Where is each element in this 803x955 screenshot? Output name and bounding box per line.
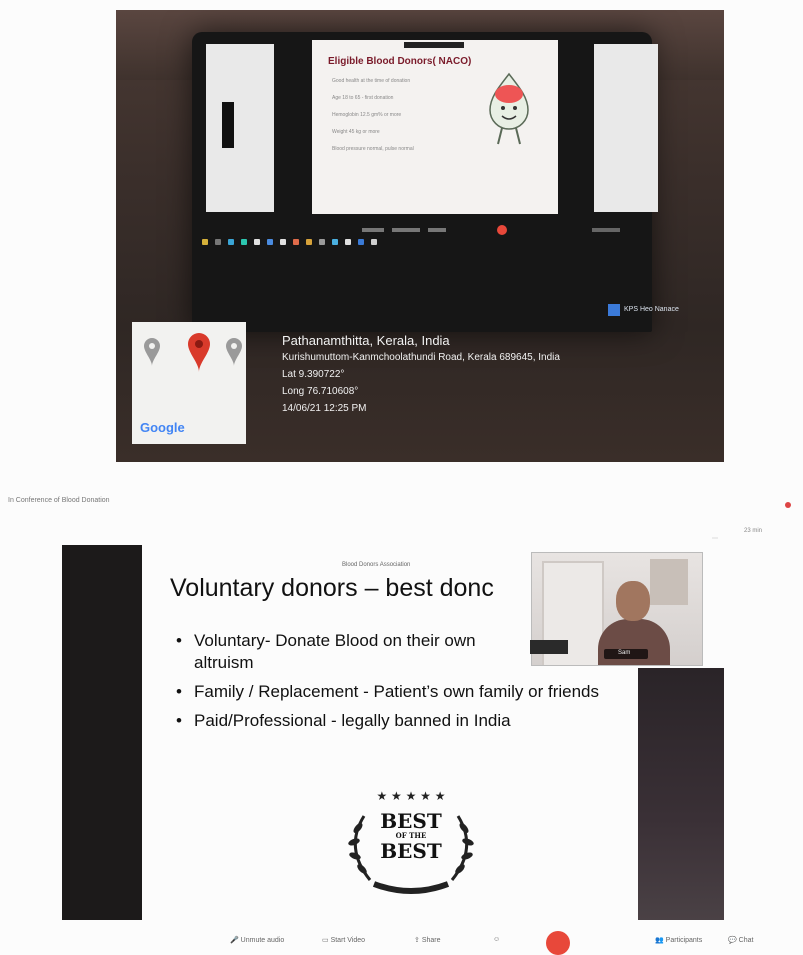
location-datetime: 14/06/21 12:25 PM	[282, 403, 367, 414]
start-video-label: Start Video	[330, 937, 366, 944]
badge-text: BEST OF THE BEST	[340, 810, 482, 862]
participant-name: KPS Heo Nanace	[624, 306, 679, 313]
location-address: Kurishumuttom-Kanmchoolathundi Road, Ker…	[282, 352, 560, 363]
meeting-toolbar[interactable]	[212, 222, 642, 235]
reactions-icon[interactable]: ☺	[493, 936, 500, 943]
video-tile-menu-icon[interactable]: ⋯	[712, 535, 718, 542]
bullet-paid-text: Paid/Professional - legally banned in In…	[194, 711, 511, 730]
speaker-name: Sam	[618, 650, 631, 656]
meeting-bottom-toolbar: 🎤 Unmute audio ▭ Start Video ⇪ Share ☺ 👥…	[0, 928, 803, 955]
slide-bullet: Hemoglobin 12.5 gm% or more	[332, 112, 402, 118]
redaction-block	[530, 640, 568, 654]
bullet-paid: • Paid/Professional - legally banned in …	[176, 710, 636, 732]
left-video-panel	[206, 44, 274, 212]
panel-handle	[222, 102, 234, 148]
google-logo: Google	[140, 420, 185, 435]
taskbar-icons	[202, 232, 652, 245]
bullet-voluntary-text: Voluntary- Donate Blood on their own	[194, 631, 476, 650]
right-dark-area	[638, 668, 724, 920]
bullet-family: • Family / Replacement - Patient’s own f…	[176, 681, 636, 703]
chat-label: Chat	[738, 937, 754, 944]
slide-title: Voluntary donors – best donc	[170, 574, 494, 602]
location-place: Pathanamthitta, Kerala, India	[282, 333, 450, 348]
bullet-dot-icon: •	[176, 682, 182, 701]
svg-text:★ ★ ★ ★ ★: ★ ★ ★ ★ ★	[376, 789, 445, 803]
left-dark-area	[62, 545, 142, 920]
badge-line-1: BEST	[380, 809, 442, 833]
participants-button[interactable]: 👥 Participants	[655, 936, 702, 944]
record-button[interactable]	[546, 931, 570, 955]
notification-dot-icon	[785, 502, 791, 508]
slide-bullets-top: Good health at the time of donation Age …	[332, 78, 482, 163]
bullet-dot-icon: •	[176, 631, 182, 650]
best-of-the-best-badge: ★ ★ ★ ★ ★ BEST OF THE BEST	[340, 788, 482, 898]
shared-slide-top: Eligible Blood Donors( NACO) Good health…	[312, 40, 558, 214]
map-thumbnail: Google	[132, 322, 246, 444]
location-info: Pathanamthitta, Kerala, India Kurishumut…	[282, 333, 560, 414]
bullet-dot-icon: •	[176, 711, 182, 730]
location-latitude: Lat 9.390722°	[282, 369, 345, 380]
participant-tile[interactable]: KPS Heo Nanace	[608, 302, 704, 320]
slide-bullet: Age 18 to 65 - first donation	[332, 95, 394, 101]
chat-button[interactable]: 💬 Chat	[728, 936, 753, 944]
share-label: Share	[421, 937, 441, 944]
blood-drop-cartoon-icon	[489, 72, 529, 145]
unmute-label: Unmute audio	[240, 937, 285, 944]
unmute-button[interactable]: 🎤 Unmute audio	[230, 936, 284, 944]
speaker-head	[616, 581, 650, 621]
slide-header-small: Blood Donors Association	[342, 562, 411, 568]
badge-line-3: BEST	[380, 839, 442, 863]
google-logo-text: Google	[140, 420, 185, 435]
elapsed-time: 23 min	[744, 528, 763, 534]
participants-label: Participants	[665, 937, 703, 944]
right-video-panel	[594, 44, 658, 212]
slide-top-bar	[404, 42, 464, 48]
meeting-photo-top: Eligible Blood Donors( NACO) Good health…	[116, 10, 724, 462]
slide-bullet: Blood pressure normal, pulse normal	[332, 146, 414, 152]
meeting-title-label: In Conference of Blood Donation	[8, 497, 110, 504]
participant-avatar	[608, 304, 620, 316]
slide-title-top: Eligible Blood Donors( NACO)	[328, 56, 472, 67]
slide-bullet: Good health at the time of donation	[332, 78, 411, 84]
start-video-button[interactable]: ▭ Start Video	[322, 936, 365, 944]
bullet-voluntary-text-2: altruism	[194, 653, 254, 672]
share-button[interactable]: ⇪ Share	[414, 936, 441, 944]
location-longitude: Long 76.710608°	[282, 386, 359, 397]
video-background-frame	[650, 559, 688, 605]
bullet-family-text: Family / Replacement - Patient’s own fam…	[194, 682, 600, 701]
slide-bullet: Weight 45 kg or more	[332, 129, 380, 135]
